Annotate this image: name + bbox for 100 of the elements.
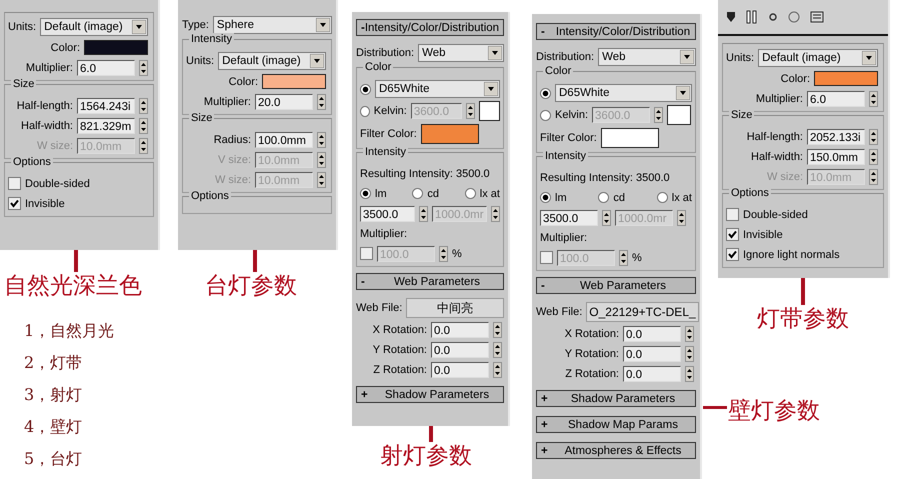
checkbox[interactable] [540, 251, 553, 264]
field-label: W size: [36, 138, 73, 152]
spinner-arrows-icon [602, 210, 611, 226]
number-field[interactable]: 821.329m [77, 118, 135, 134]
list-item: 3，射灯 [24, 385, 84, 405]
window-icon [810, 11, 824, 23]
spinner-arrows-icon [317, 172, 326, 188]
field-label: Color: [228, 74, 258, 88]
number-field[interactable]: 1564.243i [77, 98, 135, 114]
callout-label: 射灯参数 [380, 442, 472, 470]
radio-button[interactable] [464, 188, 476, 199]
field-label: % [452, 246, 462, 260]
number-field[interactable]: 0.0 [623, 326, 681, 342]
color-swatch[interactable] [600, 128, 659, 148]
dropdown-arrow-icon [316, 18, 330, 32]
radio-label: cd [613, 190, 626, 204]
radio-button[interactable] [360, 106, 370, 116]
number-field[interactable]: 0.0 [431, 342, 489, 358]
checkbox[interactable] [726, 248, 739, 261]
checkbox-label: Double-sided [743, 208, 808, 222]
number-field[interactable]: 0.0 [623, 366, 681, 382]
number-field[interactable]: 0.0 [623, 346, 681, 362]
number-field[interactable]: 3500.0 [360, 206, 415, 222]
number-field[interactable]: 3500.0 [540, 210, 598, 226]
field-label: W size: [214, 172, 251, 186]
spinner-arrows-icon [317, 132, 326, 148]
radio-label: Kelvin: [555, 108, 588, 122]
rollout-header[interactable]: + Shadow Parameters [356, 386, 504, 403]
field-label: Z Rotation: [373, 362, 427, 376]
dropdown-arrow-icon [680, 50, 694, 64]
dropdown[interactable]: Default (image) [40, 18, 148, 36]
checkbox[interactable] [726, 228, 739, 241]
ring-icon [768, 11, 778, 23]
checkbox[interactable] [8, 197, 21, 210]
number-field[interactable]: 6.0 [807, 90, 865, 106]
dropdown[interactable]: D65White [555, 84, 692, 102]
spinner-arrows-icon [439, 246, 448, 262]
spinner-arrows-icon [317, 94, 326, 110]
field-label: X Rotation: [564, 326, 619, 340]
checkbox[interactable] [8, 177, 21, 190]
field-label: Distribution: [356, 46, 414, 60]
rollout-header[interactable]: + Atmospheres & Effects [536, 442, 696, 459]
spinner-arrows-icon [493, 342, 502, 358]
file-button[interactable]: 中间亮 [406, 298, 504, 318]
number-field[interactable]: 0.0 [431, 322, 489, 338]
rollout-header[interactable]: + Shadow Map Params [536, 416, 696, 433]
field-label: Y Rotation: [564, 346, 619, 360]
spinner-arrows-icon [619, 250, 628, 266]
number-field[interactable]: 20.0 [255, 94, 313, 110]
radio-button[interactable] [540, 88, 551, 98]
field-label: Half-length: [16, 98, 73, 112]
spinner-arrows-icon [493, 322, 502, 338]
number-field[interactable]: 100.0mm [255, 132, 313, 148]
field-label: Radius: [214, 132, 251, 146]
checkbox[interactable] [726, 208, 739, 221]
dropdown[interactable]: Default (image) [758, 49, 878, 67]
color-swatch[interactable] [478, 101, 500, 121]
radio-button[interactable] [360, 188, 371, 199]
dropdown[interactable]: Web [598, 48, 696, 66]
group-title: Intensity [363, 146, 408, 159]
rollout-header[interactable]: - Intensity/Color/Distribution [536, 23, 696, 40]
radio-label: cd [427, 186, 440, 200]
field-label: Color: [50, 40, 80, 54]
rollout-header[interactable]: - Web Parameters [356, 273, 504, 290]
radio-button[interactable] [540, 192, 551, 203]
dropdown[interactable]: Sphere [212, 16, 332, 34]
field-label: Resulting Intensity: 3500.0 [540, 170, 670, 184]
list-item: 5，台灯 [24, 449, 84, 469]
field-label: Half-width: [751, 150, 803, 164]
spinner-arrows-icon [654, 107, 664, 123]
field-label: Multiplier: [26, 60, 73, 74]
spinner-arrows-icon [139, 118, 148, 134]
file-button[interactable]: O_22129+TC-DEL_ [586, 302, 699, 322]
field-label: Color: [780, 72, 810, 86]
rollout-header[interactable]: + Shadow Parameters [536, 390, 696, 407]
radio-button[interactable] [540, 110, 551, 120]
radio-button[interactable] [656, 192, 668, 203]
number-field[interactable]: 150.0mm [807, 148, 865, 164]
spinner-arrows-icon [685, 346, 694, 362]
group-title: Intensity [543, 150, 588, 163]
radio-button[interactable] [598, 192, 610, 203]
group-title: Intensity [189, 33, 234, 46]
rollout-header[interactable]: - Web Parameters [536, 277, 696, 294]
dropdown[interactable]: Default (image) [218, 52, 326, 70]
checkbox[interactable] [360, 247, 373, 260]
rollout-header[interactable]: -Intensity/Color/Distribution [356, 19, 504, 36]
number-field[interactable]: 2052.133i [807, 128, 865, 144]
color-swatch[interactable] [814, 71, 878, 86]
radio-button[interactable] [412, 188, 424, 199]
color-swatch[interactable] [262, 74, 326, 89]
color-swatch[interactable] [420, 124, 479, 144]
number-field[interactable]: 6.0 [77, 60, 135, 76]
group-title: Options [189, 190, 231, 203]
dropdown[interactable]: Web [418, 44, 504, 62]
number-field[interactable]: 0.0 [431, 362, 489, 378]
radio-button[interactable] [360, 84, 371, 94]
dropdown[interactable]: D65White [375, 80, 500, 98]
color-swatch[interactable] [667, 105, 692, 125]
callout-label: 自然光深兰色 [4, 272, 142, 300]
color-swatch[interactable] [84, 40, 148, 55]
